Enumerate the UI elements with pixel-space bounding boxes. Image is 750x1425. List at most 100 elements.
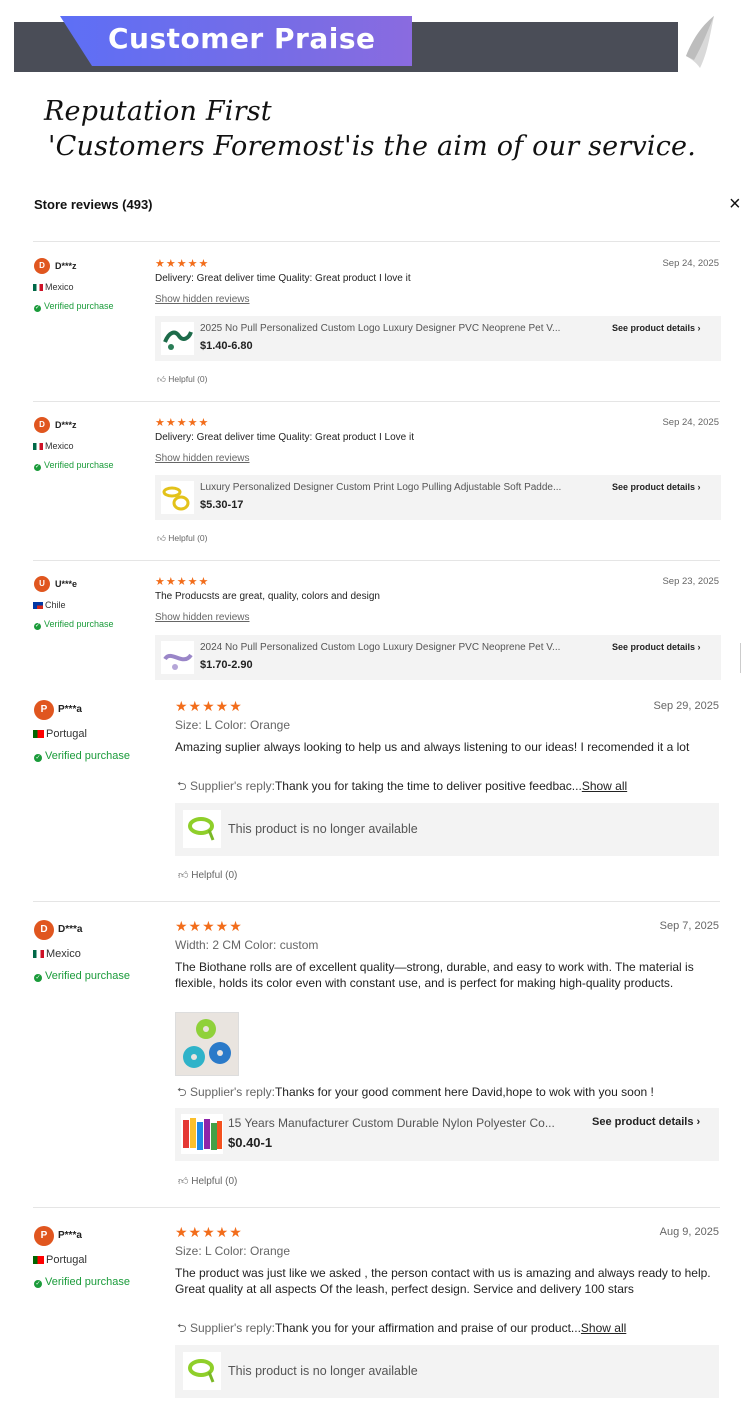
product-thumbnail: [181, 1114, 223, 1154]
divider: [33, 401, 720, 402]
show-all-link[interactable]: Show all: [582, 779, 627, 793]
product-thumbnail: [183, 1352, 221, 1390]
show-hidden-reviews-link[interactable]: Show hidden reviews: [155, 612, 250, 623]
reviewer-country: Portugal: [33, 1254, 87, 1266]
reply-text: Thanks for your good comment here David,…: [274, 1085, 654, 1099]
avatar: P: [34, 700, 54, 720]
review-item: D D***a Mexico ✓ Verified purchase ★★★★★ …: [0, 910, 750, 1205]
mexico-flag-icon: [33, 949, 44, 958]
width-label: Width:: [175, 938, 210, 952]
country-label: Mexico: [45, 282, 74, 292]
product-image-icon: [183, 1118, 222, 1150]
verified-badge: ✓ Verified purchase: [34, 970, 130, 982]
product-card[interactable]: 2024 No Pull Personalized Custom Logo Lu…: [155, 635, 721, 680]
product-price: $0.40-1: [228, 1135, 273, 1150]
close-icon[interactable]: ×: [729, 193, 741, 216]
reviewer-name: D***z: [55, 261, 77, 271]
reviewer-country: Chile: [33, 600, 66, 610]
country-label: Portugal: [46, 728, 87, 740]
divider: [33, 241, 720, 242]
helpful-label: Helpful (0): [191, 1176, 238, 1187]
review-date: Sep 23, 2025: [662, 576, 719, 587]
reply-label: Supplier's reply:: [189, 779, 275, 793]
product-card[interactable]: 15 Years Manufacturer Custom Durable Nyl…: [175, 1108, 719, 1161]
product-title: 2024 No Pull Personalized Custom Logo Lu…: [200, 642, 561, 653]
product-title: 2025 No Pull Personalized Custom Logo Lu…: [200, 323, 561, 334]
show-hidden-reviews-link[interactable]: Show hidden reviews: [155, 294, 250, 305]
product-card: This product is no longer available: [175, 1345, 719, 1398]
product-image-icon: [163, 653, 193, 670]
review-date: Aug 9, 2025: [659, 1226, 719, 1238]
avatar: D: [34, 258, 50, 274]
see-product-details-link[interactable]: See product details ›: [612, 482, 701, 492]
review-text: Amazing suplier always looking to help u…: [175, 740, 690, 754]
page-curl-icon: [678, 16, 714, 72]
avatar: D: [34, 417, 50, 433]
review-item: U U***e Chile ✓ Verified purchase ★★★★★ S…: [0, 568, 750, 686]
reviewer-name: D***z: [55, 420, 77, 430]
rating-stars: ★★★★★: [155, 258, 210, 270]
review-photo[interactable]: [175, 1012, 239, 1076]
rating-stars: ★★★★★: [175, 698, 243, 714]
verified-badge: ✓ Verified purchase: [34, 460, 114, 471]
helpful-button[interactable]: 👍︎ Helpful (0): [157, 374, 207, 385]
portugal-flag-icon: [33, 729, 44, 738]
see-product-details-link[interactable]: See product details ›: [612, 642, 701, 652]
review-date: Sep 29, 2025: [653, 700, 719, 712]
verified-label: Verified purchase: [44, 460, 114, 470]
divider: [33, 901, 720, 902]
reviewer-name: D***a: [58, 924, 83, 935]
rating-stars: ★★★★★: [175, 1224, 243, 1240]
check-icon: ✓: [34, 1280, 42, 1288]
review-item: D D***z Mexico ✓ Verified purchase ★★★★★ …: [0, 250, 750, 400]
divider: [33, 1207, 720, 1208]
tagline-line-1: Reputation First: [44, 96, 272, 127]
product-image-icon: [163, 330, 193, 350]
variant-attributes: Size: L Color: Orange: [175, 1244, 290, 1258]
mexico-flag-icon: [33, 442, 43, 450]
product-price: $1.70-2.90: [200, 659, 253, 671]
reply-icon: ⮌: [177, 1321, 187, 1335]
check-icon: ✓: [34, 974, 42, 982]
reviewer-country: Mexico: [33, 948, 81, 960]
see-product-details-link[interactable]: See product details ›: [592, 1116, 700, 1128]
supplier-reply: ⮌ Supplier's reply:Thanks for your good …: [177, 1083, 654, 1104]
banner-title: Customer Praise: [108, 22, 376, 55]
product-unavailable-text: This product is no longer available: [228, 822, 418, 836]
product-card[interactable]: Luxury Personalized Designer Custom Prin…: [155, 475, 721, 520]
product-card[interactable]: 2025 No Pull Personalized Custom Logo Lu…: [155, 316, 721, 361]
color-value: Orange: [249, 718, 290, 732]
product-image-icon: [162, 486, 190, 511]
product-price: $1.40-6.80: [200, 340, 253, 352]
mexico-flag-icon: [33, 283, 43, 291]
reviewer-name: U***e: [55, 579, 78, 589]
product-title: 15 Years Manufacturer Custom Durable Nyl…: [228, 1116, 555, 1130]
review-text: The product was just like we asked , the…: [175, 1266, 711, 1296]
avatar: U: [34, 576, 50, 592]
helpful-button[interactable]: 👍︎ Helpful (0): [157, 533, 207, 544]
reply-text: Thank you for your affirmation and prais…: [274, 1321, 581, 1335]
reviewer-country: Mexico: [33, 282, 74, 292]
see-product-details-link[interactable]: See product details ›: [612, 323, 701, 333]
helpful-button[interactable]: 👍︎ Helpful (0): [178, 869, 237, 881]
color-label: Color:: [214, 1244, 247, 1258]
country-label: Mexico: [46, 948, 81, 960]
show-hidden-reviews-link[interactable]: Show hidden reviews: [155, 453, 250, 464]
color-label: Color:: [244, 938, 277, 952]
avatar: D: [34, 920, 54, 940]
reply-icon: ⮌: [177, 779, 187, 793]
helpful-button[interactable]: 👍︎ Helpful (0): [178, 1175, 237, 1187]
size-value: L: [205, 718, 212, 732]
show-all-link[interactable]: Show all: [581, 1321, 626, 1335]
banner: Customer Praise: [14, 16, 714, 72]
review-date: Sep 7, 2025: [659, 920, 719, 932]
rating-stars: ★★★★★: [155, 576, 210, 588]
country-label: Portugal: [46, 1254, 87, 1266]
rating-stars: ★★★★★: [175, 918, 243, 934]
review-text: Delivery: Great deliver time Quality: Gr…: [155, 432, 414, 443]
thumbs-up-icon: 👍︎: [157, 374, 166, 384]
size-value: L: [205, 1244, 212, 1258]
size-label: Size:: [175, 718, 202, 732]
review-item: P P***a Portugal ✓ Verified purchase ★★★★…: [0, 1216, 750, 1421]
check-icon: ✓: [34, 754, 42, 762]
